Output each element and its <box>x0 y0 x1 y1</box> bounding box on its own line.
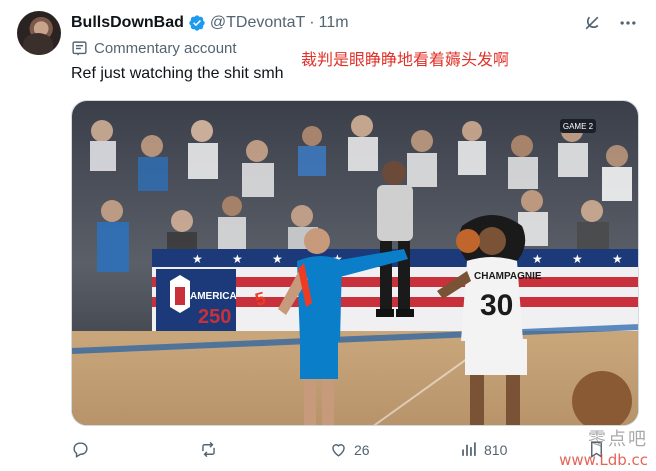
banner-text: AMERICA <box>190 291 237 302</box>
svg-text:★: ★ <box>572 252 583 266</box>
timestamp[interactable]: 11m <box>319 14 349 32</box>
display-name[interactable]: BullsDownBad <box>71 14 184 32</box>
repost-icon <box>202 441 215 458</box>
user-handle[interactable]: @TDevontaT <box>210 14 305 32</box>
grok-icon[interactable] <box>582 13 602 33</box>
reply-icon <box>73 442 88 458</box>
views-icon <box>462 442 476 456</box>
watermark-line2: www.Ldb.cc <box>559 451 648 469</box>
svg-text:★: ★ <box>192 252 203 266</box>
overlay-caption: 裁判是眼睁睁地看着薅头发啊 <box>301 50 510 69</box>
like-button[interactable]: 26 <box>329 440 370 459</box>
separator-dot: · <box>309 14 315 31</box>
commentary-icon <box>72 41 87 56</box>
tweet-header: BullsDownBad @TDevontaT · 11m <box>71 12 349 34</box>
like-count: 26 <box>354 441 370 458</box>
tweet-media[interactable]: GAME 2 ★★★ ★★★ ★★ AMERICA 250 <box>71 100 639 426</box>
more-icon[interactable] <box>618 13 638 33</box>
like-icon <box>332 444 345 457</box>
repost-button[interactable] <box>199 440 224 459</box>
svg-text:★: ★ <box>612 252 623 266</box>
views-button[interactable]: 810 <box>459 440 507 459</box>
action-bar: 26 810 <box>71 440 639 464</box>
jersey-30-number: 30 <box>480 289 513 322</box>
site-watermark: 零点吧 www.Ldb.cc <box>559 425 648 469</box>
svg-text:★: ★ <box>232 252 243 266</box>
scorebug-text: GAME 2 <box>563 122 594 131</box>
commentary-label: Commentary account <box>71 40 237 57</box>
tweet-text: Ref just watching the shit smh <box>71 65 284 82</box>
svg-text:★: ★ <box>532 252 543 266</box>
jersey-30-name: CHAMPAGNIE <box>474 271 542 282</box>
verified-badge-icon[interactable] <box>188 14 206 32</box>
banner-number: 250 <box>198 306 231 328</box>
reply-button[interactable] <box>71 440 96 459</box>
svg-text:★: ★ <box>272 252 283 266</box>
watermark-line1: 零点吧 <box>588 429 648 450</box>
views-count: 810 <box>484 441 508 458</box>
commentary-text: Commentary account <box>94 40 237 57</box>
avatar[interactable] <box>17 11 61 55</box>
top-right-actions <box>582 13 638 33</box>
basketball <box>456 229 480 253</box>
